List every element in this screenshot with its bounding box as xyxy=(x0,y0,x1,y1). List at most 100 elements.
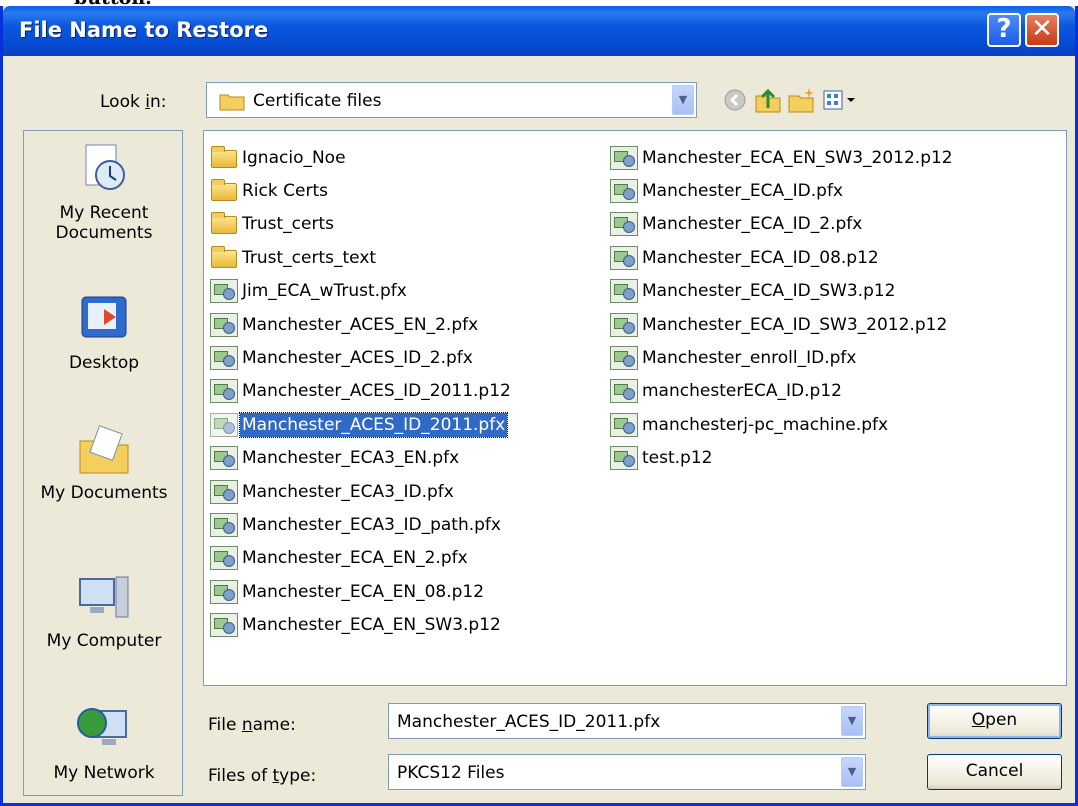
place-label: Desktop xyxy=(68,353,140,373)
file-list-item[interactable]: Ignacio_Noe xyxy=(208,141,513,174)
file-list-item[interactable]: Manchester_ECA_EN_08.p12 xyxy=(208,575,513,608)
file-list-item[interactable]: Manchester_ECA3_ID.pfx xyxy=(208,475,513,508)
files-of-type-label: Files of type: xyxy=(208,766,317,786)
file-name-text: Manchester_ECA_ID_SW3.p12 xyxy=(642,281,896,302)
certificate-file-icon xyxy=(608,278,638,304)
file-list-item[interactable]: Manchester_ECA_ID_2.pfx xyxy=(608,208,955,241)
certificate-file-icon xyxy=(608,178,638,204)
file-name-text: Manchester_ECA_ID_SW3_2012.p12 xyxy=(642,314,948,335)
file-list-item[interactable]: Rick Certs xyxy=(208,174,513,207)
file-name-text: Manchester_ECA_ID_08.p12 xyxy=(642,247,879,268)
file-name-text: Manchester_ECA3_ID.pfx xyxy=(242,481,454,502)
file-list-item[interactable]: Manchester_ACES_ID_2011.p12 xyxy=(208,375,513,408)
file-list-item[interactable]: Trust_certs xyxy=(208,208,513,241)
file-list-item[interactable]: Manchester_ECA_EN_SW3.p12 xyxy=(208,608,513,641)
certificate-file-icon xyxy=(208,512,238,538)
file-name-text: Manchester_ECA_ID_2.pfx xyxy=(642,214,863,235)
up-folder-icon[interactable] xyxy=(753,86,783,114)
place-label: My Network xyxy=(53,763,155,783)
file-name-text: manchesterECA_ID.p12 xyxy=(642,381,842,402)
file-name-text: manchesterj-pc_machine.pfx xyxy=(642,414,889,435)
file-name-text: test.p12 xyxy=(642,448,713,469)
place-desktop[interactable]: Desktop xyxy=(24,291,184,373)
file-name-text: Manchester_ECA_EN_2.pfx xyxy=(242,548,468,569)
file-list-item[interactable]: Manchester_ECA_ID_08.p12 xyxy=(608,241,955,274)
chevron-down-icon[interactable]: ▼ xyxy=(841,757,863,787)
file-list-item[interactable]: Manchester_ECA_ID_SW3.p12 xyxy=(608,275,955,308)
file-list-column-2: Manchester_ECA_EN_SW3_2012.p12 Manchester… xyxy=(608,141,955,475)
file-name-text: Manchester_ACES_EN_2.pfx xyxy=(242,314,479,335)
certificate-file-icon xyxy=(208,312,238,338)
place-my-network[interactable]: My Network xyxy=(24,701,184,783)
help-button[interactable]: ? xyxy=(987,13,1021,47)
file-list[interactable]: Ignacio_Noe Rick Certs Trust_certs Trust_ce… xyxy=(203,130,1067,686)
places-bar: My Recent Documents Desktop My Documents… xyxy=(23,130,183,796)
certificate-file-icon xyxy=(208,545,238,571)
certificate-file-icon xyxy=(208,612,238,638)
folder-icon xyxy=(208,145,238,171)
folder-icon xyxy=(208,245,238,271)
views-menu-icon[interactable] xyxy=(821,86,861,114)
file-list-column-1: Ignacio_Noe Rick Certs Trust_certs Trust_ce… xyxy=(208,141,513,642)
chevron-down-icon[interactable]: ▼ xyxy=(672,85,694,115)
file-name-text: Manchester_ECA3_ID_path.pfx xyxy=(242,514,501,535)
certificate-file-icon xyxy=(608,145,638,171)
place-my-documents[interactable]: My Documents xyxy=(24,421,184,503)
certificate-file-icon xyxy=(208,412,238,438)
file-list-item[interactable]: Manchester_ECA_ID.pfx xyxy=(608,174,955,207)
file-name-text: Jim_ECA_wTrust.pfx xyxy=(242,281,407,302)
certificate-file-icon xyxy=(608,412,638,438)
certificate-file-icon xyxy=(208,278,238,304)
file-list-item[interactable]: Manchester_ACES_ID_2.pfx xyxy=(208,341,513,374)
title-bar[interactable]: File Name to Restore ? ✕ xyxy=(3,6,1075,56)
close-button[interactable]: ✕ xyxy=(1025,13,1059,47)
file-list-item[interactable]: Manchester_enroll_ID.pfx xyxy=(608,341,955,374)
look-in-label: Look in: xyxy=(100,92,167,112)
file-list-item[interactable]: Manchester_ECA3_ID_path.pfx xyxy=(208,508,513,541)
open-button[interactable]: Open xyxy=(927,703,1062,739)
file-list-item[interactable]: manchesterECA_ID.p12 xyxy=(608,375,955,408)
place-my-recent-documents[interactable]: My Recent Documents xyxy=(24,141,184,243)
file-name-text: Manchester_ACES_ID_2011.pfx xyxy=(238,411,509,438)
place-label: My Computer xyxy=(46,631,162,651)
certificate-file-icon xyxy=(608,445,638,471)
file-name-text: Rick Certs xyxy=(242,181,328,202)
file-open-dialog: File Name to Restore ? ✕ Look in: Certif… xyxy=(0,6,1078,806)
file-list-item[interactable]: Manchester_ECA_ID_SW3_2012.p12 xyxy=(608,308,955,341)
certificate-file-icon xyxy=(208,445,238,471)
file-name-text: Manchester_ECA3_EN.pfx xyxy=(242,448,460,469)
new-folder-icon[interactable] xyxy=(787,86,817,114)
file-list-item[interactable]: Manchester_ACES_EN_2.pfx xyxy=(208,308,513,341)
certificate-file-icon xyxy=(608,245,638,271)
certificate-file-icon xyxy=(208,378,238,404)
my-computer-icon xyxy=(76,569,132,625)
file-list-item[interactable]: Manchester_ECA3_EN.pfx xyxy=(208,442,513,475)
place-label: My Recent Documents xyxy=(55,203,153,243)
file-list-item[interactable]: Manchester_ECA_EN_SW3_2012.p12 xyxy=(608,141,955,174)
folder-icon xyxy=(208,178,238,204)
file-list-item[interactable]: Trust_certs_text xyxy=(208,241,513,274)
file-list-item[interactable]: manchesterj-pc_machine.pfx xyxy=(608,408,955,441)
place-my-computer[interactable]: My Computer xyxy=(24,569,184,651)
certificate-file-icon xyxy=(608,345,638,371)
files-of-type-value: PKCS12 Files xyxy=(397,763,505,783)
file-name-text: Ignacio_Noe xyxy=(242,147,346,168)
look-in-dropdown[interactable]: Certificate files ▼ xyxy=(206,82,697,118)
folder-icon xyxy=(208,211,238,237)
folder-icon xyxy=(219,91,245,116)
look-in-value: Certificate files xyxy=(253,91,382,111)
file-list-item[interactable]: Manchester_ECA_EN_2.pfx xyxy=(208,542,513,575)
file-list-item[interactable]: test.p12 xyxy=(608,442,955,475)
file-list-item[interactable]: Jim_ECA_wTrust.pfx xyxy=(208,275,513,308)
back-icon[interactable] xyxy=(721,86,751,114)
chevron-down-icon[interactable]: ▼ xyxy=(841,706,863,736)
file-name-field[interactable]: Manchester_ACES_ID_2011.pfx ▼ xyxy=(388,703,866,739)
recent-documents-icon xyxy=(76,141,132,197)
window-title: File Name to Restore xyxy=(19,18,269,42)
certificate-file-icon xyxy=(208,479,238,505)
files-of-type-dropdown[interactable]: PKCS12 Files ▼ xyxy=(388,754,866,790)
file-list-item[interactable]: Manchester_ACES_ID_2011.pfx xyxy=(208,408,513,441)
file-name-text: Manchester_ACES_ID_2.pfx xyxy=(242,348,473,369)
cancel-button[interactable]: Cancel xyxy=(927,754,1062,790)
my-network-icon xyxy=(76,701,132,757)
